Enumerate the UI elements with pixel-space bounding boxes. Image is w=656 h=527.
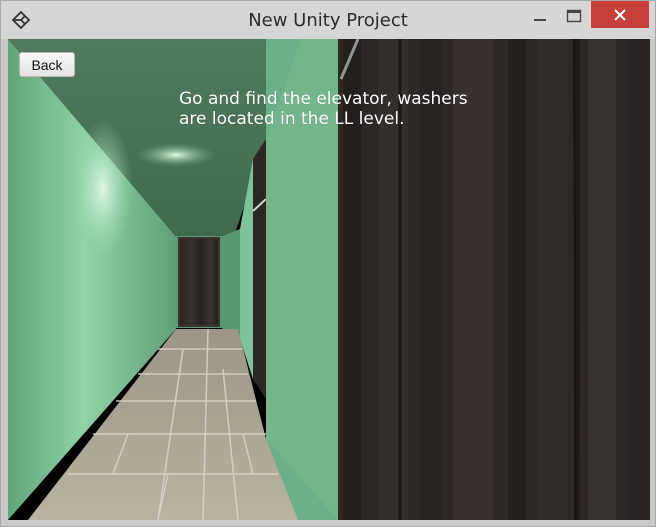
minimize-button[interactable] — [525, 3, 555, 29]
maximize-button[interactable] — [559, 3, 589, 29]
hint-line-1: Go and find the elevator, washers — [179, 89, 468, 109]
hint-text: Go and find the elevator, washers are lo… — [179, 89, 499, 129]
game-viewport[interactable]: Back Go and find the elevator, washers a… — [8, 39, 650, 520]
close-button[interactable] — [591, 1, 649, 28]
title-bar[interactable]: New Unity Project — [1, 1, 655, 39]
app-window: New Unity Project Back Go and find the e… — [0, 0, 656, 527]
window-title: New Unity Project — [248, 10, 408, 31]
minimize-icon — [534, 19, 546, 21]
close-icon — [614, 8, 626, 21]
hint-line-2: are located in the LL level. — [179, 109, 405, 129]
maximize-icon — [566, 9, 582, 23]
back-button[interactable]: Back — [19, 52, 75, 77]
